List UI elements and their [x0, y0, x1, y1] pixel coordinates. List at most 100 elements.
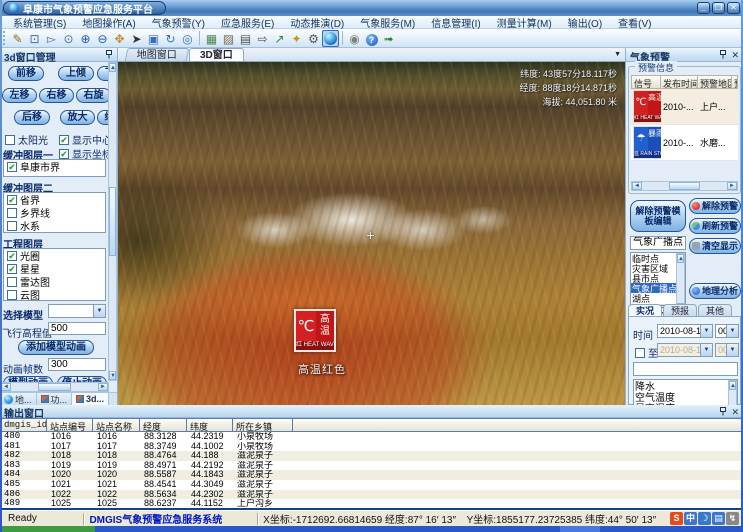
- move-back-button[interactable]: 后移: [14, 110, 50, 125]
- scroll-left-arrow[interactable]: ◄: [1, 383, 11, 391]
- list-item[interactable]: ✔阜康市界: [4, 160, 105, 173]
- project-layer-list[interactable]: ✔光圈 ✔星星 雷达图 云图: [3, 248, 106, 301]
- rotate-right-button[interactable]: 右旋: [76, 88, 111, 103]
- scroll-thumb[interactable]: [38, 383, 70, 391]
- help-icon[interactable]: ?: [363, 30, 380, 47]
- column-header[interactable]: 站点名称: [93, 418, 140, 432]
- column-header[interactable]: 纬度: [187, 418, 233, 432]
- scroll-left-arrow[interactable]: ◄: [632, 182, 642, 190]
- taskbar-strip[interactable]: [0, 526, 743, 532]
- add-model-animation-button[interactable]: 添加模型动画: [18, 340, 94, 355]
- overview-map-icon[interactable]: ▨: [220, 30, 237, 47]
- left-panel-hscrollbar[interactable]: ◄ ►: [0, 382, 109, 392]
- tab-functions[interactable]: 功...: [37, 393, 73, 405]
- warning-row-rain[interactable]: ☂暴雨 蓝 RAIN STORM 2010-... 水磨...: [631, 125, 738, 161]
- halfwidth-icon[interactable]: ☽: [698, 512, 711, 525]
- table-row[interactable]: 481 1017 1017 88.3749 44.1002 小泉牧场: [0, 442, 743, 452]
- tilt-up-button[interactable]: 上倾: [58, 66, 94, 81]
- close-icon[interactable]: ✕: [731, 50, 739, 60]
- fly-height-input[interactable]: [48, 322, 106, 335]
- close-icon[interactable]: ✕: [731, 407, 739, 417]
- column-header[interactable]: 所在乡镇: [233, 418, 293, 432]
- sogou-icon[interactable]: S: [670, 512, 683, 525]
- measure-icon[interactable]: ✎: [9, 30, 26, 47]
- eye-icon[interactable]: ◉: [346, 30, 363, 47]
- sunlight-checkbox[interactable]: 太阳光: [3, 132, 48, 147]
- exit-icon[interactable]: ➟: [380, 30, 397, 47]
- pin-icon[interactable]: [105, 50, 113, 61]
- chevron-down-icon[interactable]: ▼: [93, 305, 105, 317]
- table-row[interactable]: 489 1025 1025 88.6237 44.1152 上户沟乡: [0, 499, 743, 508]
- table-row[interactable]: 485 1021 1021 88.4541 44.3049 滋泥泉子: [0, 480, 743, 490]
- list-item[interactable]: 水系: [4, 219, 105, 232]
- zoom-window-icon[interactable]: ⊡: [26, 30, 43, 47]
- zoom-in-3d-button[interactable]: 放大: [60, 110, 95, 125]
- menu-info[interactable]: 信息管理(I): [424, 15, 487, 30]
- table-row[interactable]: 486 1022 1022 88.5634 44.2302 滋泥泉子: [0, 490, 743, 500]
- move-right-button[interactable]: 右移: [39, 88, 74, 103]
- clear-display-button[interactable]: 清空显示: [689, 238, 741, 254]
- tab-map-window[interactable]: 地图窗口: [125, 48, 190, 61]
- to-date-checkbox[interactable]: 至: [633, 345, 658, 360]
- menu-system[interactable]: 系统管理(S): [6, 15, 73, 30]
- date-combo[interactable]: 2010-08-13 ▼: [657, 324, 713, 338]
- menu-weather-service[interactable]: 气象服务(M): [353, 15, 422, 30]
- zoom-out-icon[interactable]: ⊖: [94, 30, 111, 47]
- fly-icon[interactable]: ↗: [271, 30, 288, 47]
- menu-emergency[interactable]: 应急服务(E): [214, 15, 281, 30]
- column-header[interactable]: dmgis_id: [0, 418, 47, 432]
- pin-icon[interactable]: [719, 407, 727, 418]
- map-3d-viewport[interactable]: 纬度: 43度57分18.117秒 经度: 88度18分14.871秒 海拔: …: [118, 62, 625, 405]
- buffer-layer1-list[interactable]: ✔阜康市界: [3, 159, 106, 177]
- move-left-button[interactable]: 左移: [2, 88, 37, 103]
- tab-3d-management[interactable]: 3d...: [72, 393, 109, 405]
- chinese-input-icon[interactable]: 中: [684, 512, 697, 525]
- element-list-vscrollbar[interactable]: ▲ ▼: [728, 380, 737, 405]
- buffer-layer2-list[interactable]: ✔省界 乡界线 水系: [3, 192, 106, 233]
- scroll-up-arrow[interactable]: ▲: [109, 63, 116, 72]
- globe-3d-icon[interactable]: [322, 30, 339, 47]
- tab-3d-window[interactable]: 3D窗口: [189, 48, 244, 61]
- pin-icon[interactable]: [719, 50, 727, 61]
- menu-output[interactable]: 输出(O): [561, 15, 609, 30]
- scroll-thumb[interactable]: [109, 187, 116, 257]
- image-icon[interactable]: ▦: [203, 30, 220, 47]
- show-center-checkbox[interactable]: ✔显示中心: [57, 132, 112, 147]
- select-features-icon[interactable]: ▻: [43, 30, 60, 47]
- warning-row-heat[interactable]: ℃高温 红 HEAT WAVE 2010-... 上户...: [631, 89, 738, 125]
- menu-map-ops[interactable]: 地图操作(A): [75, 15, 142, 30]
- refresh-warning-button[interactable]: 刷新预警: [689, 218, 741, 234]
- settings-gear-icon[interactable]: ⚙: [305, 30, 322, 47]
- list-item[interactable]: 云图: [4, 288, 105, 301]
- full-extent-icon[interactable]: ▣: [145, 30, 162, 47]
- magnifier-icon[interactable]: ⊙: [60, 30, 77, 47]
- element-filter-input[interactable]: [633, 362, 738, 376]
- refresh-icon[interactable]: ↻: [162, 30, 179, 47]
- column-header[interactable]: 站点编号: [47, 418, 93, 432]
- scroll-right-arrow[interactable]: ►: [727, 182, 737, 190]
- chevron-down-icon[interactable]: ▼: [700, 325, 712, 337]
- table-row[interactable]: 482 1018 1018 88.4764 44.188 滋泥泉子: [0, 451, 743, 461]
- dismiss-warning-template-button[interactable]: 解除预警模板编辑: [630, 200, 686, 232]
- left-panel-vscrollbar[interactable]: ▲ ▼: [108, 62, 117, 381]
- table-row[interactable]: 484 1020 1020 88.5587 44.1843 滋泥泉子: [0, 470, 743, 480]
- toolbar-grip[interactable]: [3, 31, 6, 45]
- tab-overflow-icon[interactable]: ▼: [614, 51, 621, 58]
- menu-weather-warning[interactable]: 气象预警(Y): [145, 15, 212, 30]
- table-row[interactable]: 480 1016 1016 88.3128 44.2319 小泉牧场: [0, 432, 743, 442]
- close-button[interactable]: ✕: [727, 2, 740, 14]
- pointer-icon[interactable]: ➤: [128, 30, 145, 47]
- scroll-thumb[interactable]: [669, 182, 701, 190]
- menu-measure[interactable]: 测量计算(M): [490, 15, 559, 30]
- tab-map-control[interactable]: 地...: [0, 393, 37, 405]
- scroll-right-arrow[interactable]: ►: [98, 383, 108, 391]
- chevron-down-icon[interactable]: ▼: [726, 325, 738, 337]
- warning-table-hscrollbar[interactable]: ◄ ►: [631, 181, 738, 191]
- element-list[interactable]: 降水 空气温度 最高温度 最低温度 地表温度 ▲ ▼: [633, 379, 738, 405]
- key-icon[interactable]: ✦: [288, 30, 305, 47]
- move-forward-button[interactable]: 前移: [8, 66, 44, 81]
- menu-view[interactable]: 查看(V): [611, 15, 658, 30]
- zoom-in-icon[interactable]: ⊕: [77, 30, 94, 47]
- pan-icon[interactable]: ✥: [111, 30, 128, 47]
- tools-icon[interactable]: ↯: [726, 512, 739, 525]
